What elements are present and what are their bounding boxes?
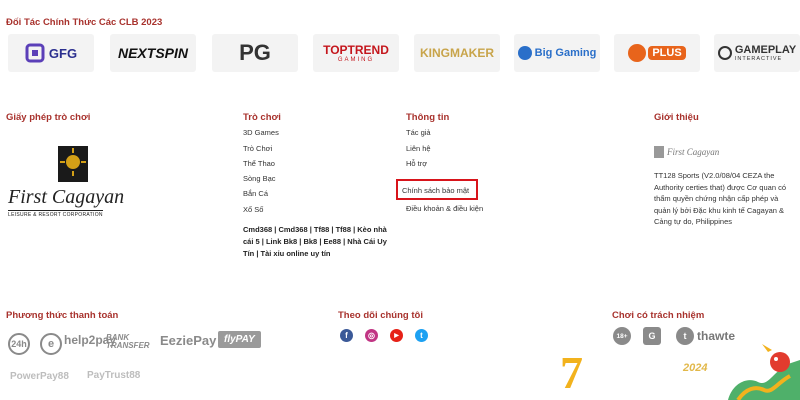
payment-paytrust88-logo: PayTrust88: [87, 370, 141, 381]
partner-logo-pg[interactable]: PG: [212, 34, 298, 72]
instagram-icon[interactable]: ◎: [365, 329, 378, 342]
partner-sublabel: INTERACTIVE: [734, 56, 783, 62]
games-link-ban-ca[interactable]: Bắn Cá: [243, 189, 268, 198]
promo-year: 2024: [683, 362, 708, 374]
payment-title: Phương thức thanh toán: [6, 310, 119, 321]
highlight-box: [396, 179, 478, 200]
gamcare-icon: G: [643, 327, 661, 345]
follow-title: Theo dõi chúng tôi: [338, 310, 423, 321]
big-gaming-icon: [517, 46, 532, 60]
info-title: Thông tin: [406, 112, 450, 123]
site-links-list[interactable]: Cmd368 | Cmd368 | Tf88 | Tf88 | Kèo nhà …: [243, 224, 398, 260]
games-link-tro-choi[interactable]: Trò Chơi: [243, 144, 272, 153]
games-link-xo-so[interactable]: Xổ Số: [243, 205, 263, 214]
payment-flypay-logo: flyPAY: [218, 331, 261, 348]
sun-icon: [628, 44, 647, 62]
partner-label: GFG: [48, 45, 78, 61]
gameplay-icon: [717, 46, 732, 60]
partner-label: KINGMAKER: [420, 46, 494, 60]
promo-number: 7: [560, 347, 583, 398]
partner-logo-toptrend[interactable]: TOPTREND GAMING: [313, 34, 399, 72]
gfg-cube-icon: [25, 43, 45, 63]
info-link-lien-he[interactable]: Liên hệ: [406, 144, 431, 153]
twitter-icon[interactable]: t: [415, 329, 428, 342]
age-18-plus-icon: 18+: [613, 327, 631, 345]
payment-e-logo: e: [40, 333, 62, 355]
thawte-text: thawte: [697, 329, 736, 343]
info-link-dieu-khoan[interactable]: Điều khoản & điều kiện: [406, 204, 483, 213]
partner-logo-nextspin[interactable]: NEXTSPIN: [110, 34, 196, 72]
partners-title: Đối Tác Chính Thức Các CLB 2023: [6, 17, 163, 28]
partner-label: GAMEPLAY: [734, 44, 797, 56]
partner-logo-gfg[interactable]: GFG: [8, 34, 94, 72]
partner-label: PG: [239, 40, 271, 65]
partner-label: NEXTSPIN: [117, 45, 188, 61]
about-logo: First Cagayan: [654, 146, 719, 158]
info-link-tac-gia[interactable]: Tác giả: [406, 128, 431, 137]
games-link-the-thao[interactable]: Thể Thao: [243, 159, 275, 168]
partner-logo-gameplay[interactable]: GAMEPLAY INTERACTIVE: [714, 34, 800, 72]
games-title: Trò chơi: [243, 112, 281, 123]
license-title: Giấy phép trò chơi: [6, 112, 91, 123]
youtube-icon[interactable]: ▶: [390, 329, 403, 342]
thawte-icon: t: [676, 327, 694, 345]
partner-logo-kingmaker[interactable]: KINGMAKER: [414, 34, 500, 72]
payment-eeziepay-logo: EeziePay: [160, 333, 217, 348]
partner-logo-big-gaming[interactable]: Big Gaming: [514, 34, 600, 72]
license-logo-subtext: LEISURE & RESORT CORPORATION: [8, 210, 103, 218]
license-logo-text: First Cagayan: [8, 186, 125, 208]
first-cagayan-emblem-icon: [58, 146, 88, 182]
about-title: Giới thiệu: [654, 112, 699, 123]
partner-label: Big Gaming: [534, 47, 597, 59]
games-link-3d[interactable]: 3D Games: [243, 128, 279, 137]
partner-label: PLUS: [648, 46, 686, 60]
payment-bank-transfer-logo: BANK TRANSFER: [106, 333, 150, 350]
first-cagayan-small-icon: [654, 146, 664, 158]
payment-powerpay88-logo: PowerPay88: [10, 371, 69, 382]
partner-logo-plus[interactable]: PLUS: [614, 34, 700, 72]
partner-sublabel: GAMING: [337, 57, 375, 63]
about-logo-text: First Cagayan: [667, 147, 720, 157]
facebook-icon[interactable]: f: [340, 329, 353, 342]
responsible-title: Chơi có trách nhiệm: [612, 310, 705, 321]
dragon-illustration-icon: [728, 344, 800, 400]
info-link-ho-tro[interactable]: Hỗ trợ: [406, 159, 427, 168]
about-description: TT128 Sports (V2.0/08/04 CEZA the Author…: [654, 171, 786, 226]
games-link-song-bac[interactable]: Sòng Bạc: [243, 174, 276, 183]
partner-label: TOPTREND: [323, 43, 389, 57]
payment-24h-logo: 24h: [8, 333, 30, 355]
